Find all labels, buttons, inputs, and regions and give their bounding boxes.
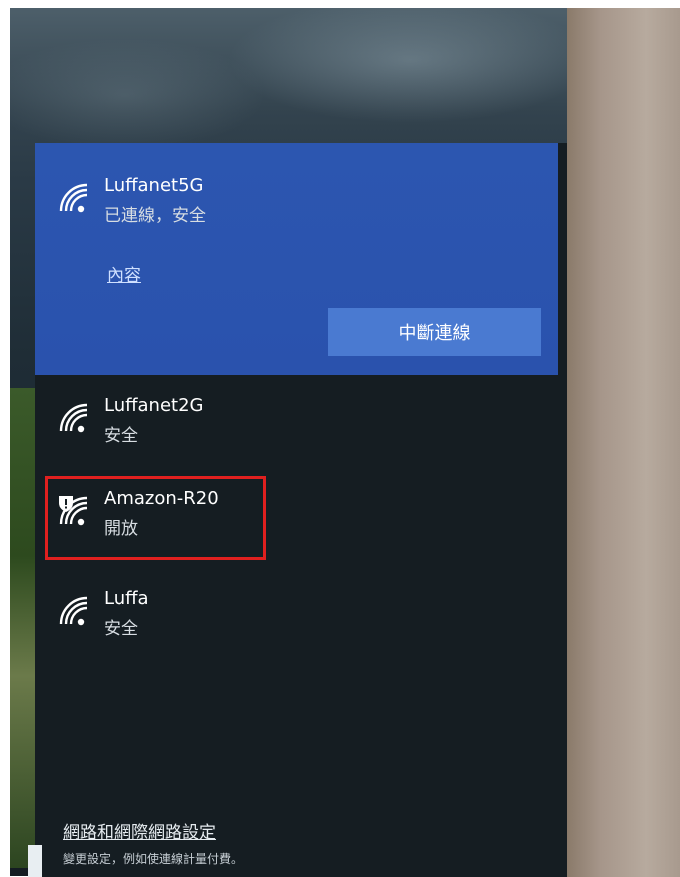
wifi-icon [57, 181, 91, 215]
properties-link[interactable]: 內容 [107, 261, 141, 286]
network-name: Luffanet5G [104, 175, 204, 196]
network-name: Luffanet2G [104, 395, 204, 416]
connected-network-section: Luffanet5G 已連線，安全 內容 中斷連線 [35, 143, 558, 375]
background-grass [10, 388, 36, 868]
network-status: 安全 [104, 619, 138, 639]
network-name: Luffa [104, 588, 149, 609]
network-item-luffanet2g[interactable]: Luffanet2G 安全 [47, 395, 557, 475]
network-status: 開放 [104, 519, 138, 539]
wifi-icon [57, 401, 91, 435]
network-name: Amazon-R20 [104, 488, 219, 509]
network-item-connected[interactable]: Luffanet5G 已連線，安全 [47, 175, 557, 255]
network-settings-link[interactable]: 網路和網際網路設定 [63, 818, 216, 843]
disconnect-button[interactable]: 中斷連線 [328, 308, 541, 356]
network-item-amazon-r20[interactable]: Amazon-R20 開放 [47, 488, 557, 568]
wifi-flyout-panel: Luffanet5G 已連線，安全 內容 中斷連線 Luffanet2G 安全 [35, 143, 567, 877]
network-settings-subtext: 變更設定，例如使連線計量付費。 [63, 852, 244, 866]
monitor-bezel [567, 8, 680, 877]
network-status: 安全 [104, 426, 138, 446]
wifi-open-warning-icon [57, 494, 91, 528]
taskbar-edge [28, 845, 42, 877]
wifi-icon [57, 594, 91, 628]
network-status: 已連線，安全 [104, 206, 206, 226]
network-item-luffa[interactable]: Luffa 安全 [47, 588, 557, 668]
